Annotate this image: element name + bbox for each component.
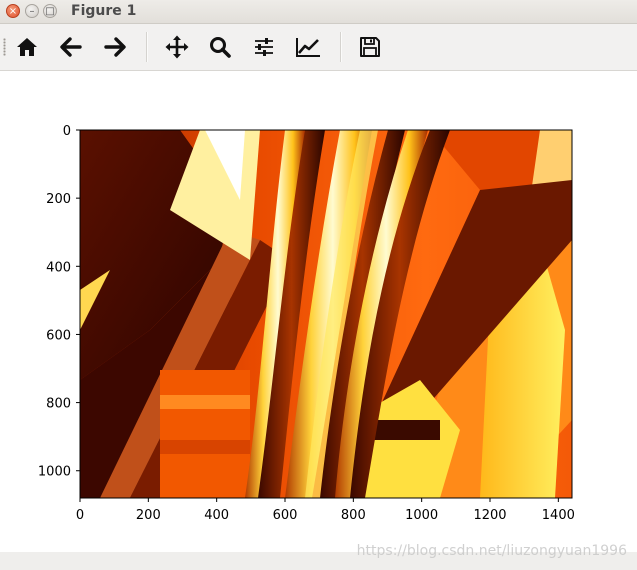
x-tick-label: 0 (76, 508, 84, 523)
forward-arrow-icon (104, 37, 126, 57)
title-bar: × – □ Figure 1 (0, 0, 637, 24)
y-tick-label: 200 (46, 192, 71, 207)
back-button[interactable] (58, 34, 84, 60)
pan-move-icon (165, 35, 189, 59)
window-title: Figure 1 (71, 3, 137, 19)
y-tick-label: 0 (63, 124, 71, 139)
x-tick-label: 1400 (542, 508, 575, 523)
home-button[interactable] (14, 34, 40, 60)
x-tick-label: 1200 (473, 508, 506, 523)
forward-button[interactable] (102, 34, 128, 60)
zoom-button[interactable] (207, 34, 233, 60)
customize-button[interactable] (295, 34, 321, 60)
home-icon (17, 38, 37, 56)
save-button[interactable] (357, 34, 383, 60)
x-tick-label: 800 (341, 508, 366, 523)
subplots-sliders-icon (255, 38, 273, 56)
zoom-magnifier-icon (210, 37, 231, 58)
toolbar-separator (340, 32, 341, 62)
toolbar-grip[interactable] (3, 38, 6, 56)
y-tick-label: 1000 (38, 465, 71, 480)
pan-button[interactable] (164, 34, 190, 60)
y-tick-label: 400 (46, 260, 71, 275)
maximize-window-button[interactable]: □ (43, 4, 57, 18)
plot-svg[interactable]: 0 200 400 600 800 1000 1200 1400 0 200 400 600 800 1… (0, 71, 637, 552)
x-axis: 0 200 400 600 800 1000 1200 1400 (76, 498, 575, 523)
edit-axes-chart-icon (296, 38, 320, 57)
x-tick-label: 200 (136, 508, 161, 523)
x-tick-label: 400 (204, 508, 229, 523)
image-content (80, 130, 572, 498)
y-tick-label: 600 (46, 328, 71, 343)
y-tick-label: 800 (46, 397, 71, 412)
x-tick-label: 1000 (405, 508, 438, 523)
back-arrow-icon (60, 37, 82, 57)
close-window-button[interactable]: × (6, 4, 20, 18)
subplots-button[interactable] (251, 34, 277, 60)
toolbar-separator (146, 32, 147, 62)
y-axis: 0 200 400 600 800 1000 (38, 124, 80, 480)
minimize-window-button[interactable]: – (25, 4, 39, 18)
figure-canvas[interactable]: 0 200 400 600 800 1000 1200 1400 0 200 400 600 800 1… (0, 71, 637, 552)
save-floppy-icon (360, 37, 380, 57)
x-tick-label: 600 (273, 508, 298, 523)
navigation-toolbar (0, 24, 637, 71)
watermark-text: https://blog.csdn.net/liuzongyuan1996 (356, 543, 627, 559)
